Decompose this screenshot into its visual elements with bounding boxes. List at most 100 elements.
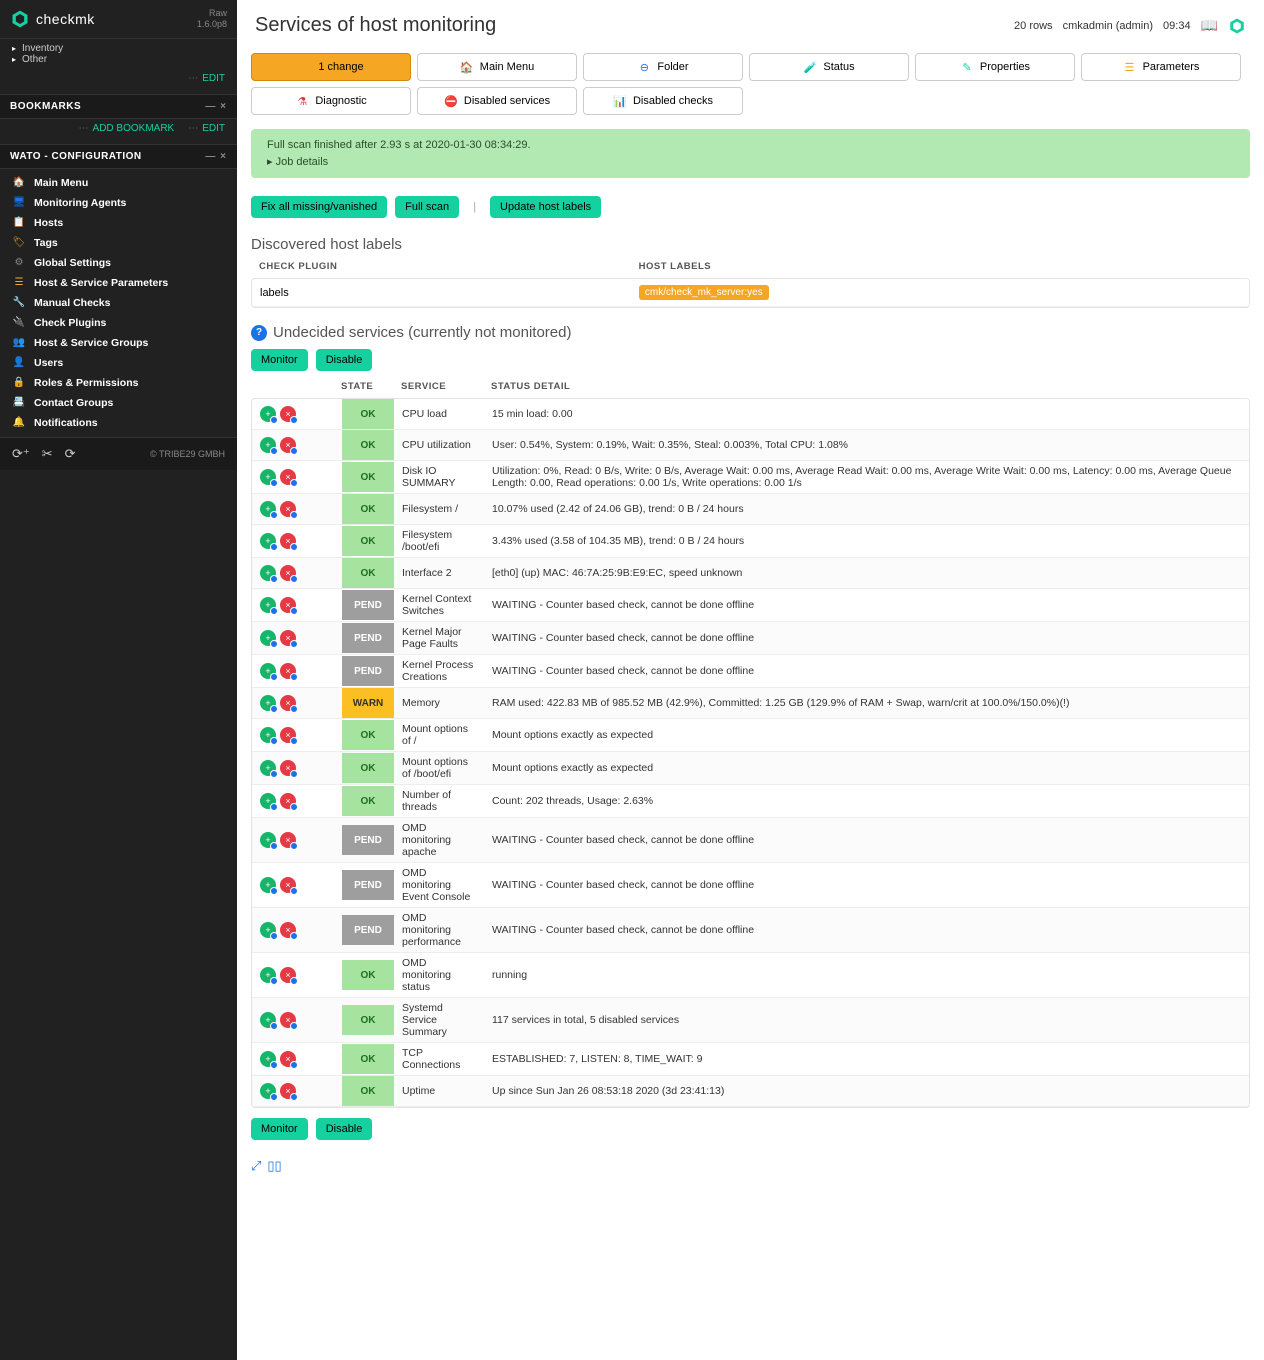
remove-service-icon[interactable]: × — [280, 832, 296, 848]
wato-item-notifications[interactable]: 🔔Notifications — [0, 413, 237, 433]
service-name[interactable]: CPU load — [394, 399, 484, 430]
remove-service-icon[interactable]: × — [280, 967, 296, 983]
add-service-icon[interactable]: + — [260, 469, 276, 485]
service-name[interactable]: TCP Connections — [394, 1043, 484, 1076]
snapin-controls[interactable]: — × — [205, 101, 227, 112]
wato-item-users[interactable]: 👤Users — [0, 353, 237, 373]
book-icon[interactable]: 📖 — [1201, 17, 1218, 34]
diagnostic-button[interactable]: ⚗Diagnostic — [251, 87, 411, 115]
main-button[interactable]: 🏠Main Menu — [417, 53, 577, 81]
disable-button-bottom[interactable]: Disable — [316, 1118, 373, 1140]
parameters-button[interactable]: ☰Parameters — [1081, 53, 1241, 81]
full-scan-button[interactable]: Full scan — [395, 196, 459, 218]
add-service-icon[interactable]: + — [260, 1012, 276, 1028]
add-service-icon[interactable]: + — [260, 437, 276, 453]
remove-service-icon[interactable]: × — [280, 469, 296, 485]
add-service-icon[interactable]: + — [260, 832, 276, 848]
columns-icon[interactable]: ▯▯ — [267, 1158, 281, 1174]
wato-item-global-settings[interactable]: ⚙Global Settings — [0, 253, 237, 273]
remove-service-icon[interactable]: × — [280, 1083, 296, 1099]
service-name[interactable]: OMD monitoring performance — [394, 908, 484, 953]
job-details-toggle[interactable]: ▸ Job details — [267, 155, 1234, 168]
changes-button[interactable]: ⚠1 change — [251, 53, 411, 81]
sidebar-item-other[interactable]: ▸Other — [12, 54, 225, 65]
service-name[interactable]: Filesystem /boot/efi — [394, 525, 484, 558]
status-button[interactable]: 🧪Status — [749, 53, 909, 81]
remove-service-icon[interactable]: × — [280, 1012, 296, 1028]
remove-service-icon[interactable]: × — [280, 760, 296, 776]
add-service-icon[interactable]: + — [260, 760, 276, 776]
help-icon[interactable]: ? — [251, 325, 267, 341]
monitor-button-bottom[interactable]: Monitor — [251, 1118, 308, 1140]
disabled-checks-button[interactable]: 📊Disabled checks — [583, 87, 743, 115]
disable-button[interactable]: Disable — [316, 349, 373, 371]
folder-button[interactable]: ⊖Folder — [583, 53, 743, 81]
service-name[interactable]: Kernel Context Switches — [394, 589, 484, 622]
service-name[interactable]: Memory — [394, 688, 484, 719]
edit-link[interactable]: EDIT — [202, 73, 225, 84]
remove-service-icon[interactable]: × — [280, 630, 296, 646]
add-service-icon[interactable]: + — [260, 630, 276, 646]
sidebar-item-inventory[interactable]: ▸Inventory — [12, 43, 225, 54]
service-name[interactable]: OMD monitoring apache — [394, 818, 484, 863]
remove-service-icon[interactable]: × — [280, 663, 296, 679]
add-service-icon[interactable]: + — [260, 597, 276, 613]
add-service-icon[interactable]: + — [260, 922, 276, 938]
service-name[interactable]: Number of threads — [394, 785, 484, 818]
wato-item-host-service-parameters[interactable]: ☰Host & Service Parameters — [0, 273, 237, 293]
remove-service-icon[interactable]: × — [280, 597, 296, 613]
disabled-services-button[interactable]: ⛔Disabled services — [417, 87, 577, 115]
wato-item-main-menu[interactable]: 🏠Main Menu — [0, 173, 237, 193]
monitor-button[interactable]: Monitor — [251, 349, 308, 371]
add-service-icon[interactable]: + — [260, 877, 276, 893]
add-service-icon[interactable]: + — [260, 695, 276, 711]
brand-logo[interactable]: checkmk — [10, 9, 95, 29]
remove-service-icon[interactable]: × — [280, 922, 296, 938]
service-name[interactable]: Uptime — [394, 1076, 484, 1107]
fullscreen-icon[interactable]: ⤢ — [251, 1158, 261, 1174]
wato-item-manual-checks[interactable]: 🔧Manual Checks — [0, 293, 237, 313]
remove-service-icon[interactable]: × — [280, 565, 296, 581]
properties-button[interactable]: ✎Properties — [915, 53, 1075, 81]
fix-all-button[interactable]: Fix all missing/vanished — [251, 196, 387, 218]
add-service-icon[interactable]: + — [260, 565, 276, 581]
add-service-icon[interactable]: + — [260, 533, 276, 549]
wato-item-hosts[interactable]: 📋Hosts — [0, 213, 237, 233]
wato-item-host-service-groups[interactable]: 👥Host & Service Groups — [0, 333, 237, 353]
service-name[interactable]: Kernel Process Creations — [394, 655, 484, 688]
service-name[interactable]: Mount options of /boot/efi — [394, 752, 484, 785]
add-service-icon[interactable]: + — [260, 406, 276, 422]
reload-icon[interactable]: ⟳ — [65, 446, 76, 462]
service-name[interactable]: Disk IO SUMMARY — [394, 461, 484, 494]
service-name[interactable]: Mount options of / — [394, 719, 484, 752]
service-name[interactable]: Filesystem / — [394, 494, 484, 525]
remove-service-icon[interactable]: × — [280, 793, 296, 809]
wato-item-check-plugins[interactable]: 🔌Check Plugins — [0, 313, 237, 333]
update-labels-button[interactable]: Update host labels — [490, 196, 601, 218]
add-service-icon[interactable]: + — [260, 663, 276, 679]
add-service-icon[interactable]: + — [260, 1051, 276, 1067]
wato-item-monitoring-agents[interactable]: 🖥Monitoring Agents — [0, 193, 237, 213]
add-service-icon[interactable]: + — [260, 501, 276, 517]
wato-item-contact-groups[interactable]: 📇Contact Groups — [0, 393, 237, 413]
add-snapin-icon[interactable]: ⟳⁺ — [12, 446, 30, 462]
wato-item-roles-permissions[interactable]: 🔒Roles & Permissions — [0, 373, 237, 393]
add-bookmark-link[interactable]: ADD BOOKMARK — [93, 123, 175, 134]
remove-service-icon[interactable]: × — [280, 877, 296, 893]
remove-service-icon[interactable]: × — [280, 695, 296, 711]
remove-service-icon[interactable]: × — [280, 501, 296, 517]
edit-bookmarks-link[interactable]: EDIT — [202, 123, 225, 134]
add-service-icon[interactable]: + — [260, 727, 276, 743]
service-name[interactable]: Interface 2 — [394, 558, 484, 589]
service-name[interactable]: OMD monitoring status — [394, 953, 484, 998]
service-name[interactable]: Kernel Major Page Faults — [394, 622, 484, 655]
snapin-controls[interactable]: — × — [205, 151, 227, 162]
wato-item-tags[interactable]: 🏷Tags — [0, 233, 237, 253]
add-service-icon[interactable]: + — [260, 793, 276, 809]
service-name[interactable]: Systemd Service Summary — [394, 998, 484, 1043]
service-name[interactable]: CPU utilization — [394, 430, 484, 461]
service-name[interactable]: OMD monitoring Event Console — [394, 863, 484, 908]
scissors-icon[interactable]: ✂ — [42, 446, 53, 462]
add-service-icon[interactable]: + — [260, 967, 276, 983]
user-label[interactable]: cmkadmin (admin) — [1063, 20, 1153, 32]
